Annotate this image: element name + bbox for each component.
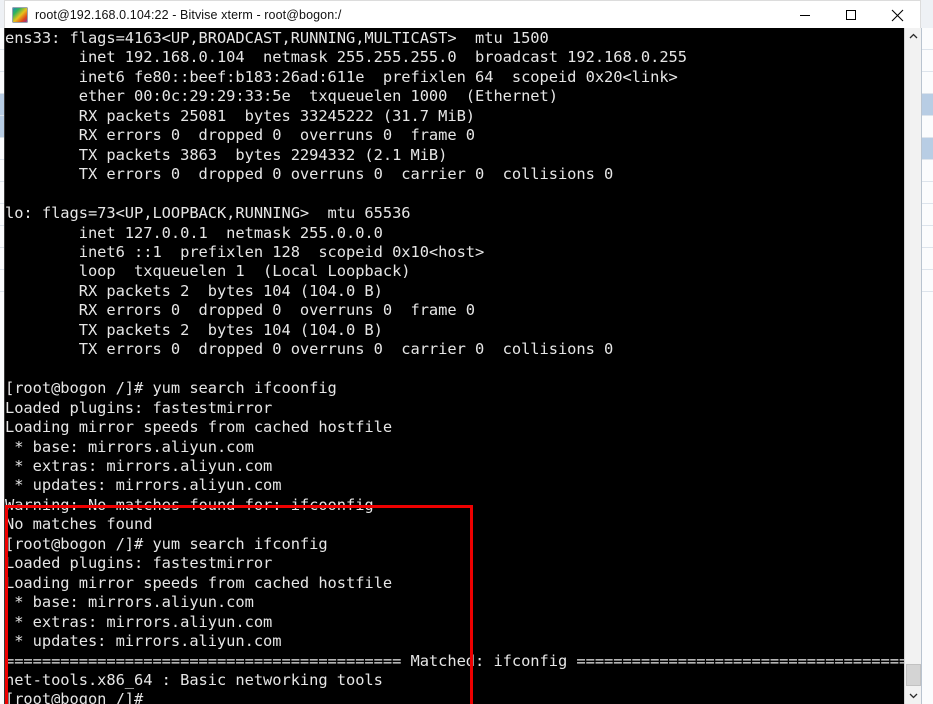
background-row [922, 28, 933, 50]
window-title: root@192.168.0.104:22 - Bitvise xterm - … [35, 7, 342, 22]
desktop-background: root@192.168.0.104:22 - Bitvise xterm - … [0, 0, 933, 704]
maximize-button[interactable] [828, 1, 874, 29]
terminal-screen[interactable]: ens33: flags=4163<UP,BROADCAST,RUNNING,M… [5, 28, 904, 704]
background-row [922, 94, 933, 116]
background-right-panel [921, 28, 933, 704]
background-row [922, 72, 933, 94]
close-icon [891, 9, 903, 21]
terminal-area[interactable]: ens33: flags=4163<UP,BROADCAST,RUNNING,M… [4, 28, 921, 704]
window-controls [782, 1, 920, 29]
chevron-down-icon [909, 693, 918, 699]
background-row [922, 204, 933, 226]
background-row [922, 116, 933, 138]
chevron-up-icon [909, 33, 918, 39]
background-row [922, 182, 933, 204]
background-row [922, 226, 933, 248]
close-button[interactable] [874, 1, 920, 29]
window-titlebar[interactable]: root@192.168.0.104:22 - Bitvise xterm - … [4, 0, 921, 28]
background-row [922, 160, 933, 182]
minimize-icon [800, 15, 810, 16]
terminal-scrollbar[interactable] [904, 28, 921, 704]
scrollbar-thumb[interactable] [906, 664, 921, 686]
background-row [922, 248, 933, 270]
minimize-button[interactable] [782, 1, 828, 29]
scrollbar-down-button[interactable] [905, 687, 921, 704]
background-row [922, 138, 933, 160]
terminal-output: ens33: flags=4163<UP,BROADCAST,RUNNING,M… [5, 29, 904, 704]
xterm-window: root@192.168.0.104:22 - Bitvise xterm - … [4, 0, 921, 704]
maximize-icon [846, 10, 856, 20]
background-row [922, 270, 933, 292]
bitvise-logo-icon [12, 6, 28, 23]
background-row [922, 50, 933, 72]
scrollbar-up-button[interactable] [905, 28, 921, 45]
